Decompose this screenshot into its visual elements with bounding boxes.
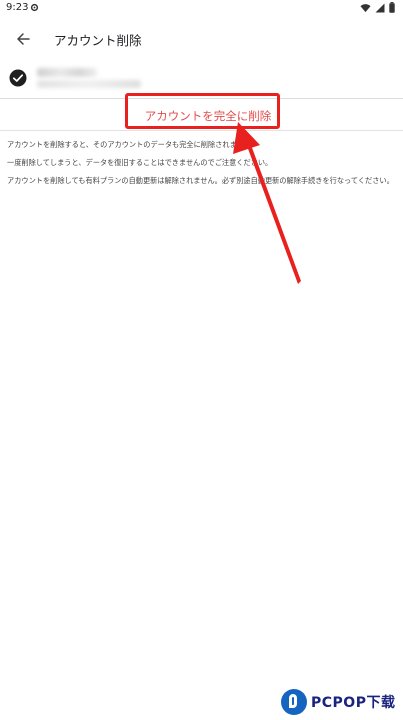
page-title: アカウント削除: [54, 33, 142, 48]
watermark: PCPOP下载: [281, 684, 403, 720]
note-text: アカウントを削除しても有料プランの自動更新は解除されません。必ず別途自動更新の解…: [7, 176, 394, 185]
status-time: 9:23: [6, 2, 29, 13]
status-icons: [360, 2, 395, 13]
note-text: アカウントを削除すると、そのアカウントのデータも完全に削除されます。: [7, 140, 251, 149]
account-row: [0, 60, 403, 98]
watermark-text: PCPOP下载: [311, 695, 396, 711]
arrow-left-icon: [17, 33, 30, 45]
account-email-redacted: [37, 80, 141, 88]
back-button[interactable]: [12, 28, 34, 50]
note-text: 一度削除してしまうと、データを復旧することはできませんのでご注意ください。: [7, 158, 273, 167]
divider: [0, 98, 403, 99]
notes-section: アカウントを削除すると、そのアカウントのデータも完全に削除されます。 一度削除し…: [7, 140, 399, 194]
status-bar: 9:23: [0, 0, 403, 18]
settings-gear-icon: [30, 3, 39, 12]
battery-icon: [389, 2, 395, 13]
app-bar: アカウント削除: [0, 18, 403, 60]
check-circle-icon: [9, 69, 27, 87]
account-name-redacted: [37, 68, 97, 77]
pcpop-logo-icon: [281, 689, 307, 715]
wifi-icon: [360, 3, 371, 12]
cellular-signal-icon: [375, 3, 385, 12]
delete-account-button[interactable]: アカウントを完全に削除: [137, 104, 279, 128]
divider: [0, 130, 403, 131]
